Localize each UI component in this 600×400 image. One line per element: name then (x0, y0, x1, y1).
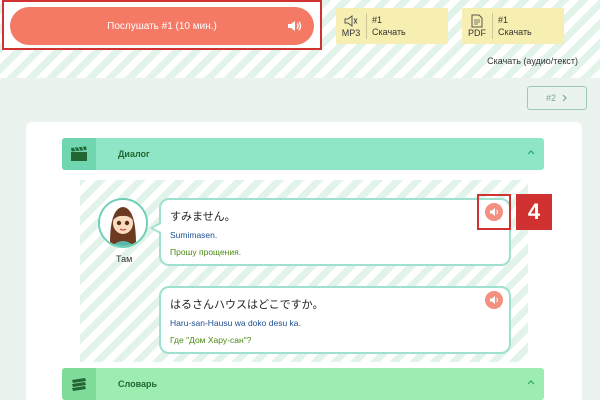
next-lesson-label: #2 (545, 93, 556, 103)
pdf-format: PDF (462, 8, 492, 44)
line-audio-button[interactable] (485, 291, 503, 309)
mp3-format-label: MP3 (341, 28, 361, 38)
line-audio-button[interactable] (485, 203, 503, 221)
speaker-outline-icon (344, 15, 358, 27)
dialog-line: はるさんハウスはどこですか。 Haru-san-Hausu wa doko de… (159, 286, 511, 354)
mp3-download-button[interactable]: MP3 #1 Скачать (336, 8, 448, 44)
chevron-up-icon[interactable] (526, 148, 536, 156)
chevron-up-icon[interactable] (526, 378, 536, 386)
download-all-link[interactable]: Скачать (аудио/текст) (487, 56, 578, 66)
japanese-text: すみません。 (170, 210, 236, 223)
chevron-right-icon (562, 94, 567, 102)
romaji-text: Sumimasen. (170, 230, 218, 240)
books-icon (72, 378, 86, 391)
speaker-avatar-image (100, 200, 146, 246)
pdf-download-button[interactable]: PDF #1 Скачать (462, 8, 564, 44)
listen-button-label: Послушать #1 (10 мин.) (107, 20, 217, 32)
japanese-text: はるさんハウスはどこですか。 (170, 298, 324, 311)
mp3-download-label: Скачать (372, 27, 406, 37)
speaker-name: Там (116, 254, 133, 264)
speaker-icon (489, 296, 498, 304)
romaji-text: Haru-san-Hausu wa doko desu ka. (170, 318, 301, 328)
listen-button[interactable]: Послушать #1 (10 мин.) (10, 7, 314, 45)
vocabulary-icon-box (62, 368, 96, 400)
pdf-format-label: PDF (468, 28, 486, 38)
speaker-icon (489, 208, 498, 216)
translation-text: Прошу прощения. (170, 247, 242, 257)
document-icon (471, 14, 483, 28)
pdf-download-label: Скачать (498, 27, 532, 37)
dialog-section-title: Диалог (118, 149, 150, 159)
next-lesson-button[interactable]: #2 (527, 86, 587, 110)
vocabulary-section-header[interactable]: Словарь (62, 368, 544, 400)
mp3-lesson-number: #1 (372, 15, 383, 25)
bubble-tail-inner (153, 224, 161, 232)
dialog-section-header[interactable]: Диалог (62, 138, 544, 170)
translation-text: Где "Дом Хару-сан"? (170, 335, 252, 345)
dialog-line: すみません。 Sumimasen. Прошу прощения. (159, 198, 511, 266)
step-number-badge: 4 (516, 194, 552, 230)
mp3-format: MP3 (336, 8, 366, 44)
vocabulary-section-title: Словарь (118, 379, 158, 389)
dialog-icon-box (62, 138, 96, 170)
avatar (98, 198, 148, 248)
clapperboard-icon (71, 146, 87, 161)
speaker-icon (288, 21, 302, 31)
pdf-lesson-number: #1 (498, 15, 509, 25)
